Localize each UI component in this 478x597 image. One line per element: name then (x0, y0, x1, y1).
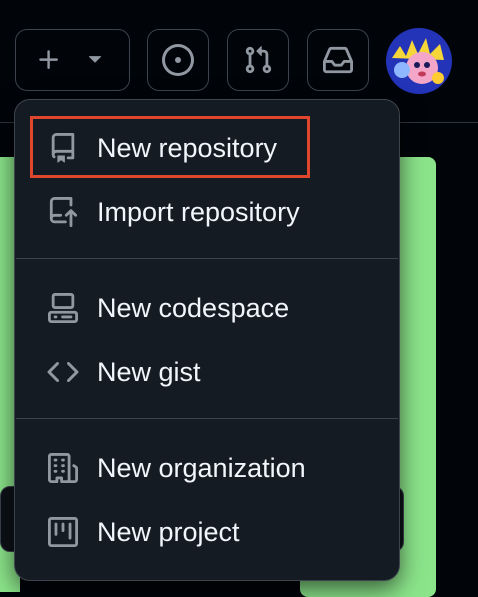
codespaces-icon (47, 292, 79, 324)
create-new-button[interactable] (15, 29, 130, 91)
menu-item-new-codespace[interactable]: New codespace (31, 279, 383, 337)
menu-item-new-project[interactable]: New project (31, 503, 383, 561)
issues-button[interactable] (147, 29, 209, 91)
organization-icon (47, 452, 79, 484)
create-new-menu: New repository Import repository New cod… (14, 99, 400, 581)
avatar[interactable] (386, 28, 452, 94)
repo-push-icon (47, 196, 79, 228)
code-icon (47, 356, 79, 388)
menu-item-label: New project (97, 516, 240, 547)
menu-item-label: New codespace (97, 292, 290, 323)
menu-item-label: New organization (97, 452, 306, 483)
inbox-icon (323, 45, 353, 75)
menu-divider (16, 418, 398, 419)
menu-item-label: Import repository (97, 196, 300, 227)
plus-icon (36, 47, 62, 73)
menu-item-import-repository[interactable]: Import repository (31, 183, 383, 241)
triangle-down-icon (86, 51, 104, 69)
inbox-button[interactable] (307, 29, 369, 91)
repo-icon (47, 132, 79, 164)
menu-item-new-gist[interactable]: New gist (31, 343, 383, 401)
menu-item-label: New repository (97, 132, 278, 163)
menu-item-label: New gist (97, 356, 201, 387)
menu-item-new-repository[interactable]: New repository (31, 119, 383, 177)
project-icon (47, 516, 79, 548)
git-pull-request-icon (243, 45, 273, 75)
issue-opened-icon (162, 44, 194, 76)
menu-divider (16, 258, 398, 259)
pull-requests-button[interactable] (227, 29, 289, 91)
menu-item-new-organization[interactable]: New organization (31, 439, 383, 497)
